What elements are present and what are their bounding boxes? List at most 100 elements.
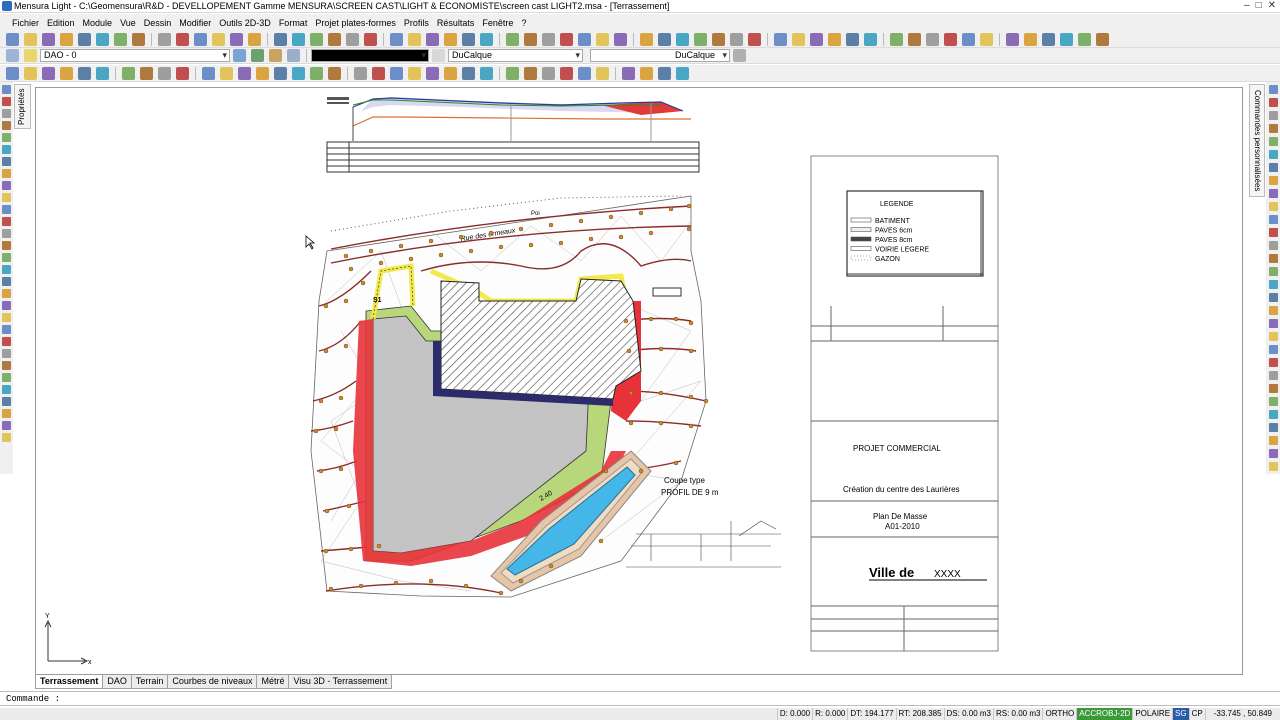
tool-icon[interactable] <box>560 32 573 46</box>
tool-icon[interactable] <box>2 385 11 394</box>
tool-icon[interactable] <box>1268 267 1278 276</box>
layer-state-icon[interactable] <box>233 49 246 62</box>
tool-icon[interactable] <box>1268 371 1278 380</box>
tool-icon[interactable] <box>132 32 145 46</box>
tool-icon[interactable] <box>1268 462 1278 471</box>
tool-icon[interactable] <box>614 32 627 46</box>
tool-icon[interactable] <box>372 66 385 80</box>
tool-icon[interactable] <box>676 32 689 46</box>
tool-icon[interactable] <box>962 32 975 46</box>
tool-icon[interactable] <box>1268 124 1278 133</box>
sg-toggle[interactable]: SG <box>1172 708 1189 720</box>
tool-icon[interactable] <box>944 32 957 46</box>
tool-icon[interactable] <box>2 241 11 250</box>
tool-icon[interactable] <box>1268 202 1278 211</box>
tool-icon[interactable] <box>1078 32 1091 46</box>
tool-icon[interactable] <box>2 277 11 286</box>
tool-icon[interactable] <box>926 32 939 46</box>
tool-icon[interactable] <box>114 32 127 46</box>
tool-icon[interactable] <box>506 66 519 80</box>
tool-icon[interactable] <box>1006 32 1019 46</box>
menu-item[interactable]: Projet plates-formes <box>311 18 400 28</box>
tool-icon[interactable] <box>1268 150 1278 159</box>
tool-icon[interactable] <box>1060 32 1073 46</box>
tool-icon[interactable] <box>524 66 537 80</box>
tool-icon[interactable] <box>1268 254 1278 263</box>
menu-item[interactable]: Vue <box>116 18 140 28</box>
tool-icon[interactable] <box>2 85 11 94</box>
tool-icon[interactable] <box>158 66 171 80</box>
layout-tab[interactable]: Visu 3D - Terrassement <box>288 675 393 689</box>
tool-icon[interactable] <box>462 32 475 46</box>
tool-icon[interactable] <box>2 433 11 442</box>
menu-item[interactable]: Fichier <box>8 18 43 28</box>
tool-icon[interactable] <box>1042 32 1055 46</box>
maximize-icon[interactable]: □ <box>1256 0 1262 11</box>
layout-tab[interactable]: Courbes de niveaux <box>167 675 258 689</box>
tool-icon[interactable] <box>890 32 903 46</box>
tool-icon[interactable] <box>1268 358 1278 367</box>
tool-icon[interactable] <box>212 32 225 46</box>
tool-icon[interactable] <box>712 32 725 46</box>
tool-icon[interactable] <box>1268 137 1278 146</box>
tool-icon[interactable] <box>78 32 91 46</box>
tool-icon[interactable] <box>354 66 367 80</box>
tool-icon[interactable] <box>1268 384 1278 393</box>
command-line[interactable]: Commande : <box>0 691 1280 706</box>
osnap-toggle[interactable]: ACCROBJ-2D <box>1076 708 1133 720</box>
tool-icon[interactable] <box>2 289 11 298</box>
tool-icon[interactable] <box>1268 280 1278 289</box>
tool-icon[interactable] <box>1268 176 1278 185</box>
layer-select[interactable]: DAO - 0 <box>40 49 230 62</box>
tool-icon[interactable] <box>1268 98 1278 107</box>
tool-icon[interactable] <box>6 32 19 46</box>
tool-icon[interactable] <box>578 32 591 46</box>
layout-tab[interactable]: DAO <box>102 675 132 689</box>
tool-icon[interactable] <box>2 121 11 130</box>
tool-icon[interactable] <box>96 32 109 46</box>
polar-toggle[interactable]: POLAIRE <box>1132 708 1172 720</box>
tool-icon[interactable] <box>176 32 189 46</box>
tool-icon[interactable] <box>1268 163 1278 172</box>
tool-icon[interactable] <box>1096 32 1109 46</box>
tool-icon[interactable] <box>2 421 11 430</box>
tool-icon[interactable] <box>622 66 635 80</box>
tool-icon[interactable] <box>864 32 877 46</box>
tool-icon[interactable] <box>390 66 403 80</box>
menu-item[interactable]: Fenêtre <box>478 18 517 28</box>
tool-icon[interactable] <box>42 32 55 46</box>
tool-icon[interactable] <box>828 32 841 46</box>
tool-icon[interactable] <box>140 66 153 80</box>
tool-icon[interactable] <box>24 66 37 80</box>
tool-icon[interactable] <box>846 32 859 46</box>
tool-icon[interactable] <box>1268 410 1278 419</box>
color-select[interactable]: DuCalque <box>448 49 583 62</box>
tool-icon[interactable] <box>524 32 537 46</box>
tool-icon[interactable] <box>748 32 761 46</box>
layer-freeze-icon[interactable] <box>287 49 300 62</box>
tool-icon[interactable] <box>1268 306 1278 315</box>
tool-icon[interactable] <box>676 66 689 80</box>
tool-icon[interactable] <box>480 66 493 80</box>
cp-toggle[interactable]: CP <box>1188 708 1205 720</box>
tool-icon[interactable] <box>238 66 251 80</box>
tool-icon[interactable] <box>480 32 493 46</box>
drawing-canvas[interactable]: Rue des ormeaux Poi S1 2.40 Coupe type P… <box>35 87 1243 675</box>
tool-icon[interactable] <box>640 66 653 80</box>
tool-icon[interactable] <box>2 229 11 238</box>
tool-icon[interactable] <box>248 32 261 46</box>
tool-icon[interactable] <box>2 133 11 142</box>
tool-icon[interactable] <box>1268 332 1278 341</box>
tool-icon[interactable] <box>60 32 73 46</box>
tool-icon[interactable] <box>1268 241 1278 250</box>
menu-item[interactable]: Format <box>275 18 312 28</box>
tool-icon[interactable] <box>2 205 11 214</box>
tool-icon[interactable] <box>2 181 11 190</box>
tool-icon[interactable] <box>310 66 323 80</box>
menu-item[interactable]: ? <box>517 18 530 28</box>
tool-icon[interactable] <box>2 397 11 406</box>
tool-icon[interactable] <box>2 217 11 226</box>
tool-icon[interactable] <box>1268 111 1278 120</box>
layout-tab[interactable]: Métré <box>256 675 290 689</box>
tool-icon[interactable] <box>78 66 91 80</box>
